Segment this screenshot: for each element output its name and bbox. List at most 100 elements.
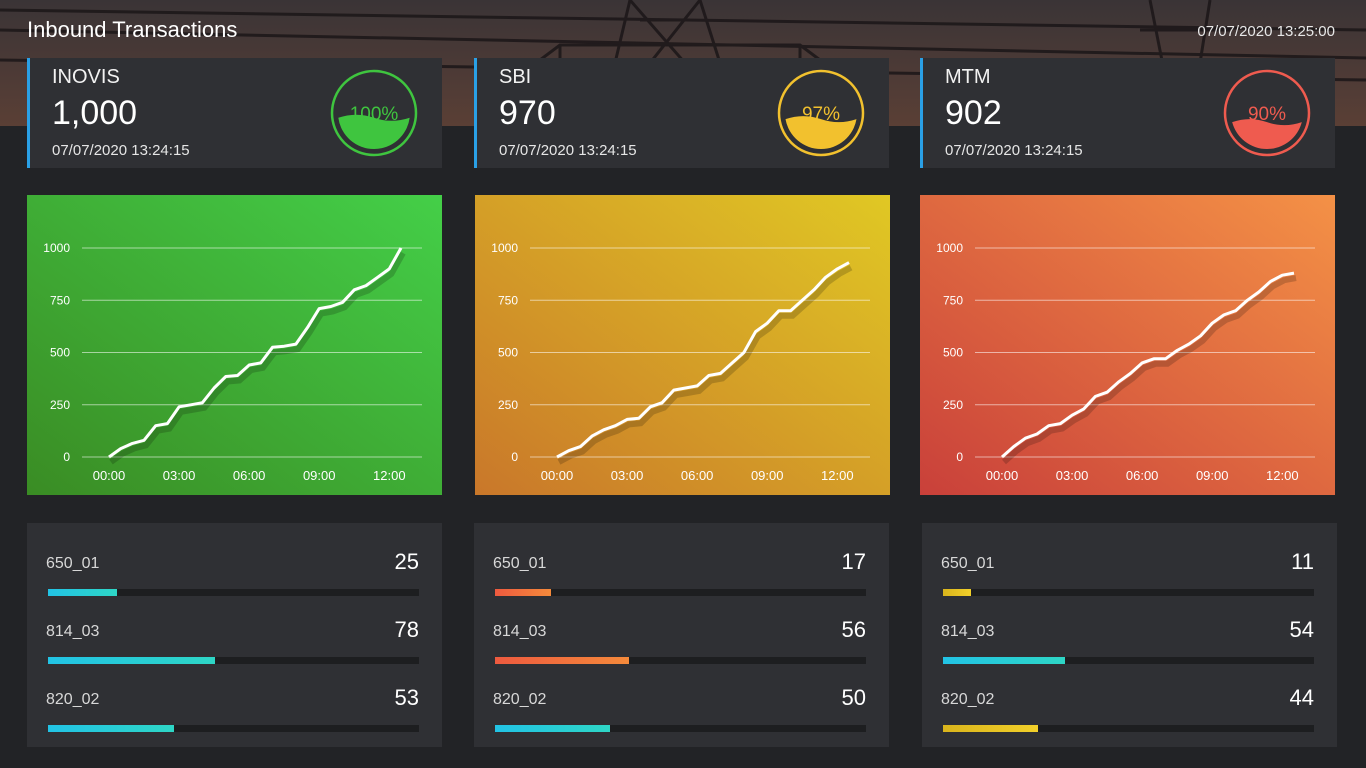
breakdown-row: 814_03 56 [493,601,866,664]
progress-track [943,657,1314,664]
breakdown-row: 820_02 44 [941,669,1314,732]
breakdown-row: 814_03 78 [46,601,419,664]
gauge-percent-label: 97% [802,104,840,125]
x-tick-label: 09:00 [303,468,336,483]
progress-fill [943,657,1066,664]
breakdown-value: 56 [841,617,866,642]
kpi-value: 1,000 [52,94,138,132]
breakdown-row: 650_01 11 [941,533,1314,596]
gauge-percent-label: 100% [350,104,399,125]
chart-card-inovis: 0 250 500 750 1000 00:00 03:00 06:00 09:00 12:00 [27,195,442,495]
progress-track [495,657,866,664]
progress-fill [943,589,971,596]
progress-track [495,589,866,596]
breakdown-value: 44 [1289,685,1314,710]
breakdown-label: 650_01 [46,555,100,572]
x-tick-label: 03:00 [1056,468,1089,483]
y-tick-label: 500 [50,346,70,360]
progress-fill [48,657,215,664]
y-tick-label: 750 [50,293,70,307]
breakdown-row: 820_02 50 [493,669,866,732]
progress-fill [495,725,610,732]
breakdown-value: 17 [841,549,866,574]
kpi-value: 970 [499,94,556,132]
progress-fill [495,589,551,596]
progress-track [943,589,1314,596]
kpi-name: SBI [499,66,532,88]
kpi-card-inovis[interactable]: INOVIS 1,000 07/07/2020 13:24:15 100% [27,58,442,168]
breakdown-card-mtm: 650_01 11 814_03 54 820_02 44 [922,523,1337,747]
y-tick-label: 250 [943,398,963,412]
breakdown-row: 814_03 54 [941,601,1314,664]
line-chart: 0 250 500 750 1000 00:00 03:00 06:00 09:00 12:00 [475,195,890,495]
chart-background [475,195,890,495]
breakdown-label: 814_03 [46,623,100,640]
x-tick-label: 00:00 [986,468,1019,483]
progress-track [943,725,1314,732]
breakdown-label: 650_01 [493,555,547,572]
x-tick-label: 12:00 [373,468,406,483]
y-tick-label: 1000 [936,241,963,255]
x-tick-label: 00:00 [93,468,126,483]
breakdown-label: 820_02 [493,691,547,708]
breakdown-value: 25 [394,549,419,574]
percent-gauge: 100% [330,69,418,157]
percent-gauge: 97% [777,69,865,157]
x-tick-label: 03:00 [163,468,196,483]
x-tick-label: 00:00 [541,468,574,483]
y-tick-label: 1000 [43,241,70,255]
chart-card-sbi: 0 250 500 750 1000 00:00 03:00 06:00 09:00 12:00 [475,195,890,495]
x-tick-label: 06:00 [233,468,266,483]
y-tick-label: 0 [63,450,70,464]
kpi-card-mtm[interactable]: MTM 902 07/07/2020 13:24:15 90% [920,58,1335,168]
breakdown-value: 53 [394,685,419,710]
x-tick-label: 09:00 [751,468,784,483]
kpi-card-sbi[interactable]: SBI 970 07/07/2020 13:24:15 97% [474,58,889,168]
x-tick-label: 09:00 [1196,468,1229,483]
breakdown-label: 650_01 [941,555,995,572]
breakdown-label: 820_02 [941,691,995,708]
progress-fill [48,725,175,732]
breakdown-value: 50 [841,685,866,710]
progress-fill [48,589,117,596]
page-title: Inbound Transactions [27,17,238,42]
breakdown-label: 820_02 [46,691,100,708]
breakdown-label: 814_03 [493,623,547,640]
breakdown-value: 11 [1291,549,1314,574]
chart-card-mtm: 0 250 500 750 1000 00:00 03:00 06:00 09:00 12:00 [920,195,1335,495]
breakdown-row: 820_02 53 [46,669,419,732]
chart-background [27,195,442,495]
kpi-updated: 07/07/2020 13:24:15 [499,142,637,159]
x-tick-label: 06:00 [681,468,714,483]
y-tick-label: 500 [498,346,518,360]
y-tick-label: 500 [943,346,963,360]
progress-track [48,589,419,596]
y-tick-label: 750 [498,293,518,307]
x-tick-label: 06:00 [1126,468,1159,483]
x-tick-label: 12:00 [1266,468,1299,483]
progress-track [48,725,419,732]
breakdown-card-sbi: 650_01 17 814_03 56 820_02 50 [474,523,889,747]
percent-gauge: 90% [1223,69,1311,157]
kpi-value: 902 [945,94,1002,132]
kpi-name: INOVIS [52,66,120,88]
kpi-updated: 07/07/2020 13:24:15 [945,142,1083,159]
breakdown-value: 54 [1289,617,1314,642]
kpi-name: MTM [945,66,991,88]
y-tick-label: 0 [956,450,963,464]
breakdown-value: 78 [394,617,419,642]
x-tick-label: 12:00 [821,468,854,483]
gauge-percent-label: 90% [1248,104,1286,125]
y-tick-label: 250 [498,398,518,412]
y-tick-label: 250 [50,398,70,412]
breakdown-row: 650_01 17 [493,533,866,596]
y-tick-label: 0 [511,450,518,464]
y-tick-label: 750 [943,293,963,307]
breakdown-card-inovis: 650_01 25 814_03 78 820_02 53 [27,523,442,747]
line-chart: 0 250 500 750 1000 00:00 03:00 06:00 09:00 12:00 [920,195,1335,495]
line-chart: 0 250 500 750 1000 00:00 03:00 06:00 09:00 12:00 [27,195,442,495]
progress-track [48,657,419,664]
current-datetime: 07/07/2020 13:25:00 [1197,23,1335,40]
breakdown-label: 814_03 [941,623,995,640]
y-tick-label: 1000 [491,241,518,255]
